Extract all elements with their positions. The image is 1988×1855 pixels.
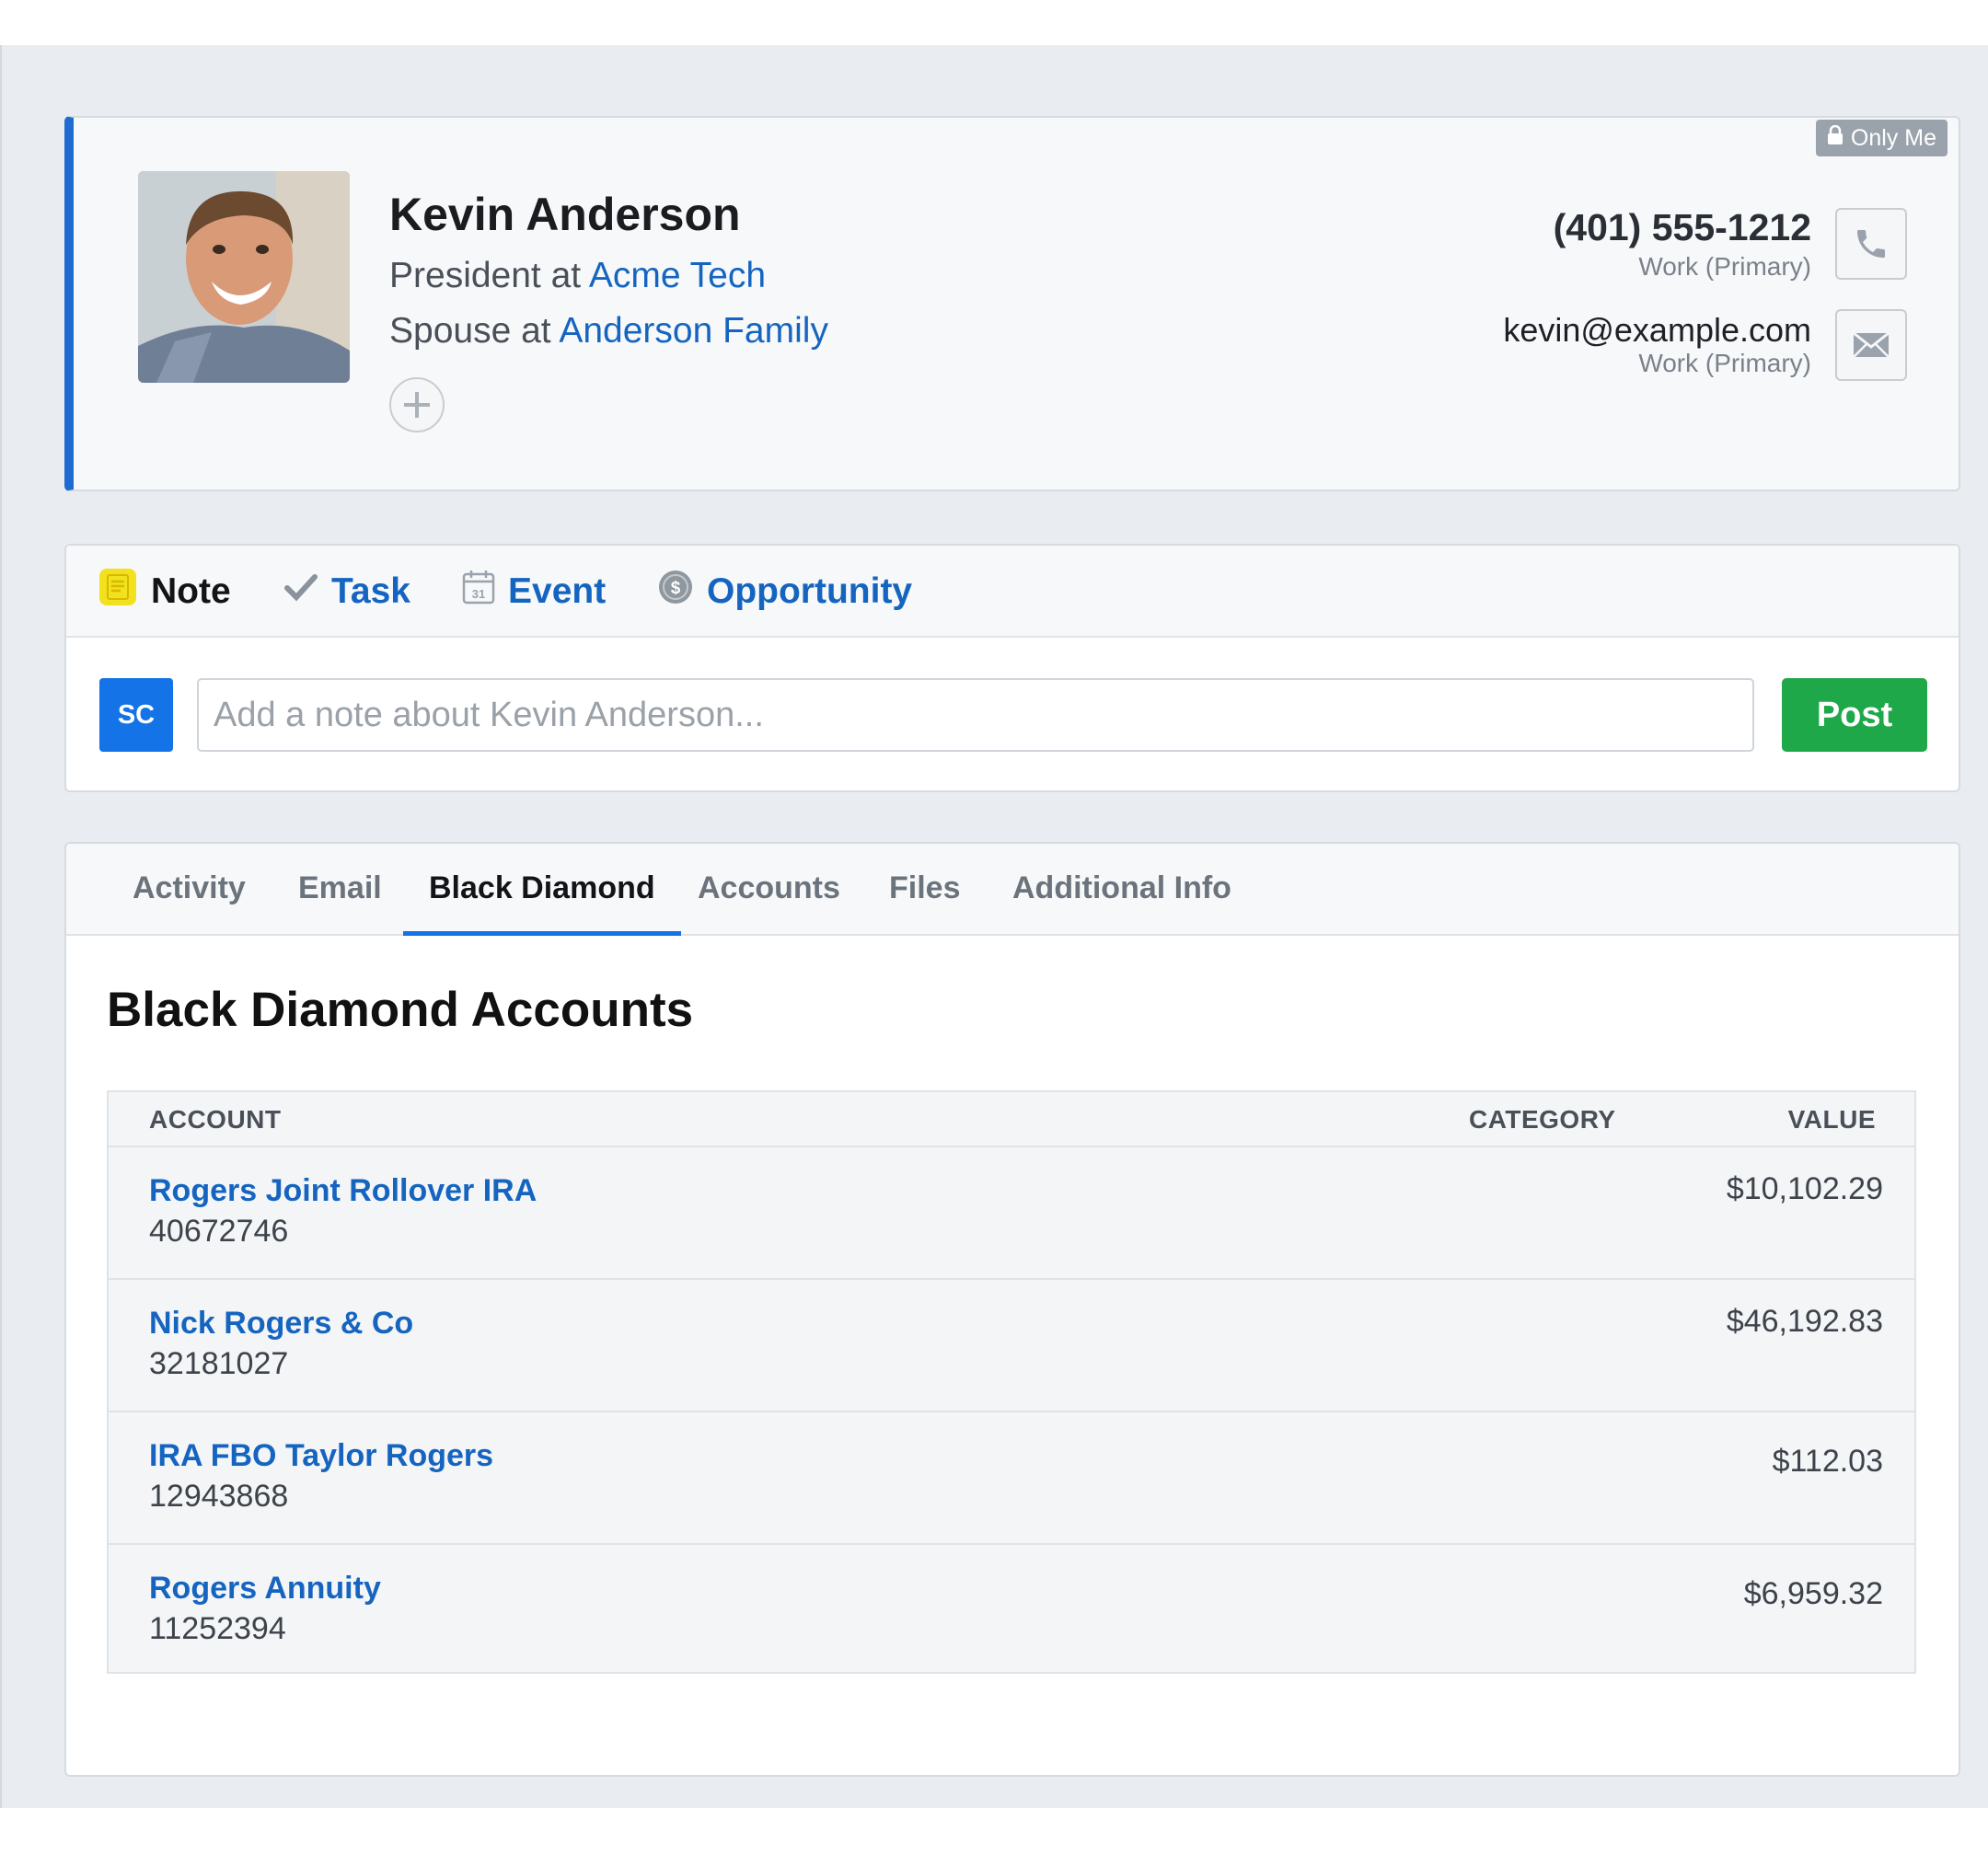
activity-composer: Note Task 31 Event $ Opportunity SC Add … — [64, 544, 1960, 792]
composer-tab-opportunity[interactable]: $ Opportunity — [657, 568, 912, 616]
svg-text:31: 31 — [472, 587, 485, 601]
composer-tab-label: Task — [331, 571, 410, 611]
email-address[interactable]: kevin@example.com — [1503, 311, 1811, 350]
privacy-badge[interactable]: Only Me — [1815, 120, 1948, 156]
tab-accounts[interactable]: Accounts — [698, 844, 840, 936]
detail-panel: Activity Email Black Diamond Accounts Fi… — [64, 842, 1960, 1777]
composer-tab-task[interactable]: Task — [283, 568, 410, 616]
call-button[interactable] — [1835, 208, 1907, 280]
account-link[interactable]: Rogers Annuity — [149, 1571, 381, 1607]
privacy-badge-label: Only Me — [1850, 124, 1936, 151]
contact-card: Only Me Kevin Anderson President at Acme… — [64, 116, 1960, 491]
account-link[interactable]: Nick Rogers & Co — [149, 1306, 413, 1342]
add-role-button[interactable] — [389, 377, 445, 432]
lock-icon — [1827, 124, 1844, 152]
dollar-icon: $ — [657, 569, 694, 615]
composer-tab-event[interactable]: 31 Event — [462, 568, 606, 616]
composer-tab-label: Event — [508, 571, 607, 611]
account-number: 40672746 — [149, 1214, 289, 1249]
table-row: Nick Rogers & Co 32181027 $46,192.83 — [109, 1280, 1914, 1412]
send-email-button[interactable] — [1835, 309, 1907, 381]
calendar-icon: 31 — [462, 570, 495, 614]
plus-icon — [404, 392, 430, 418]
account-value: $46,192.83 — [1726, 1304, 1883, 1339]
phone-number[interactable]: (401) 555-1212 — [1554, 206, 1811, 249]
note-input[interactable] — [197, 678, 1754, 752]
column-header-category[interactable]: CATEGORY — [1469, 1105, 1616, 1135]
email-label: Work (Primary) — [1638, 349, 1811, 377]
tab-email[interactable]: Email — [298, 844, 382, 936]
account-value: $6,959.32 — [1743, 1576, 1883, 1611]
role-prefix: President at — [389, 256, 589, 295]
table-row: IRA FBO Taylor Rogers 12943868 $112.03 — [109, 1412, 1914, 1545]
section-heading: Black Diamond Accounts — [107, 983, 694, 1037]
composer-tab-label: Note — [151, 571, 231, 611]
table-row: Rogers Annuity 11252394 $6,959.32 — [109, 1545, 1914, 1677]
tab-files[interactable]: Files — [889, 844, 960, 936]
phone-icon — [1857, 230, 1885, 258]
account-number: 11252394 — [149, 1611, 286, 1646]
composer-tab-label: Opportunity — [707, 571, 913, 611]
contact-photo[interactable] — [138, 171, 350, 383]
accounts-table: ACCOUNT CATEGORY VALUE Rogers Joint Roll… — [107, 1090, 1916, 1674]
tab-additional-info[interactable]: Additional Info — [1012, 844, 1231, 936]
page-background: Only Me Kevin Anderson President at Acme… — [0, 45, 1988, 1808]
account-value: $112.03 — [1772, 1444, 1883, 1479]
envelope-icon — [1853, 331, 1890, 358]
note-icon — [98, 567, 138, 616]
account-number: 32181027 — [149, 1346, 289, 1381]
account-link[interactable]: Rogers Joint Rollover IRA — [149, 1173, 537, 1209]
column-header-account[interactable]: ACCOUNT — [149, 1105, 282, 1135]
org-link-anderson-family[interactable]: Anderson Family — [559, 311, 828, 351]
account-value: $10,102.29 — [1726, 1171, 1883, 1206]
role-prefix: Spouse at — [389, 311, 560, 351]
post-button[interactable]: Post — [1782, 678, 1927, 752]
contact-role-2: Spouse at Anderson Family — [389, 311, 828, 351]
column-header-value[interactable]: VALUE — [1788, 1105, 1876, 1135]
table-row: Rogers Joint Rollover IRA 40672746 $10,1… — [109, 1147, 1914, 1280]
account-link[interactable]: IRA FBO Taylor Rogers — [149, 1438, 493, 1474]
contact-role-1: President at Acme Tech — [389, 256, 766, 296]
tab-activity[interactable]: Activity — [133, 844, 246, 936]
detail-tabs: Activity Email Black Diamond Accounts Fi… — [66, 844, 1959, 936]
composer-tabs: Note Task 31 Event $ Opportunity — [66, 546, 1959, 638]
composer-tab-note[interactable]: Note — [98, 568, 231, 616]
tab-black-diamond[interactable]: Black Diamond — [403, 844, 681, 936]
table-header: ACCOUNT CATEGORY VALUE — [109, 1092, 1914, 1147]
phone-label: Work (Primary) — [1638, 252, 1811, 281]
contact-name: Kevin Anderson — [389, 189, 741, 240]
user-avatar: SC — [99, 678, 173, 752]
account-number: 12943868 — [149, 1479, 289, 1514]
check-icon — [283, 571, 318, 612]
org-link-acme-tech[interactable]: Acme Tech — [589, 256, 766, 295]
svg-text:$: $ — [671, 579, 681, 598]
